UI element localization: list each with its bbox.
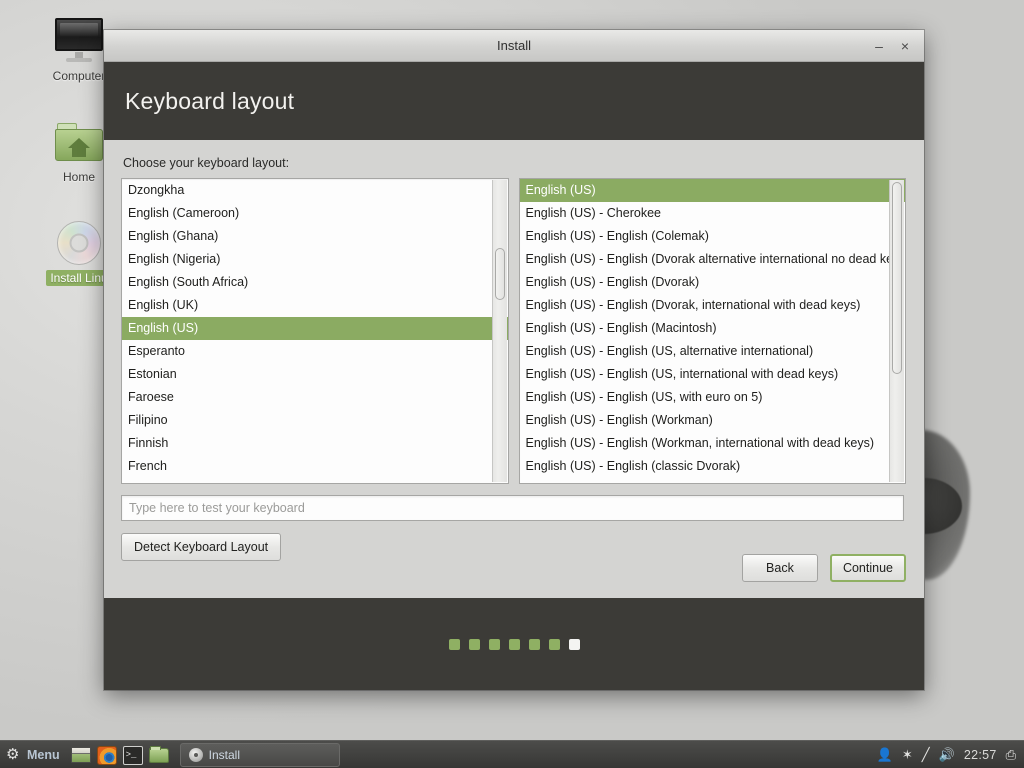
minimize-icon[interactable]: –: [866, 33, 892, 59]
taskbar-item-install[interactable]: Install: [179, 742, 340, 767]
variant-list-item[interactable]: English (US) - English (Dvorak, internat…: [520, 294, 906, 317]
language-list-item[interactable]: French: [122, 455, 508, 478]
language-list-item[interactable]: English (UK): [122, 294, 508, 317]
user-icon[interactable]: 👤: [877, 748, 893, 761]
language-list-items[interactable]: Dzongkha English (Cameroon) English (Ghana…: [122, 179, 508, 483]
volume-icon[interactable]: 🔊: [939, 748, 955, 761]
file-manager-icon[interactable]: [148, 744, 170, 766]
progress-dots: [448, 638, 580, 650]
variant-list-item[interactable]: English (US) - English (Dvorak): [520, 271, 906, 294]
taskbar-item-install-label: Install: [208, 747, 240, 762]
variant-list-item[interactable]: English (US) - Cherokee: [520, 202, 906, 225]
variant-list-items[interactable]: English (US) English (US) - Cherokee Engli…: [519, 179, 906, 483]
variant-list-scroll-thumb[interactable]: [892, 182, 902, 374]
back-button[interactable]: Back: [741, 554, 818, 582]
language-list-item[interactable]: Faroese: [122, 386, 508, 409]
variant-listbox[interactable]: English (US) English (US) - Cherokee Engli…: [518, 178, 906, 484]
page-body: Choose your keyboard layout: Dzongkha Eng…: [104, 140, 924, 598]
language-list-item[interactable]: English (South Africa): [122, 271, 508, 294]
variant-list-item[interactable]: English (US) - English (classic Dvorak): [520, 455, 906, 478]
window-titlebar[interactable]: Install – ×: [104, 30, 924, 62]
variant-list-item[interactable]: English (US) - English (Workman, interna…: [520, 432, 906, 455]
terminal-icon[interactable]: >_: [122, 744, 144, 766]
window-controls: – ×: [866, 33, 918, 59]
keyboard-test-input[interactable]: [121, 495, 904, 521]
progress-dot: [468, 638, 480, 650]
language-list-item[interactable]: English (US): [122, 317, 508, 340]
desktop-icon-computer-label: Computer: [52, 69, 106, 83]
show-desktop-icon[interactable]: [70, 744, 92, 766]
language-list-item[interactable]: English (Nigeria): [122, 248, 508, 271]
progress-dot: [528, 638, 540, 650]
layout-lists: Dzongkha English (Cameroon) English (Ghana…: [121, 178, 906, 484]
window-title: Install: [497, 38, 531, 53]
variant-list-item[interactable]: English (US) - English (Macintosh): [520, 317, 906, 340]
variant-list-item[interactable]: English (US) - English (US, with euro on…: [520, 386, 906, 409]
variant-list-item[interactable]: English (US) - English (Colemak): [520, 225, 906, 248]
progress-dot: [568, 638, 580, 650]
language-list-item[interactable]: Dzongkha: [122, 179, 508, 202]
desktop-icon-install-label: Install Linu: [46, 270, 112, 286]
variant-list-item[interactable]: English (US) - English (Dvorak alternati…: [520, 248, 906, 271]
choose-layout-label: Choose your keyboard layout:: [123, 156, 290, 170]
variant-list-item[interactable]: English (US) - English (Workman): [520, 409, 906, 432]
menu-button[interactable]: ⚙ Menu: [0, 742, 68, 768]
continue-button[interactable]: Continue: [829, 554, 906, 582]
installer-window[interactable]: Install – × Keyboard layout Choose your …: [104, 30, 924, 690]
progress-dot: [508, 638, 520, 650]
window-list: Install: [179, 742, 340, 767]
language-list-item[interactable]: Filipino: [122, 409, 508, 432]
detect-keyboard-layout-button[interactable]: Detect Keyboard Layout: [121, 533, 282, 561]
progress-dot: [548, 638, 560, 650]
menu-button-label: Menu: [27, 747, 60, 762]
progress-dot: [448, 638, 460, 650]
language-list-scrollbar[interactable]: [491, 180, 507, 482]
language-listbox[interactable]: Dzongkha English (Cameroon) English (Ghana…: [121, 178, 509, 484]
bluetooth-icon[interactable]: ✶: [902, 748, 913, 761]
clock[interactable]: 22:57: [964, 748, 997, 762]
language-list-item[interactable]: Esperanto: [122, 340, 508, 363]
language-list-item[interactable]: Finnish: [122, 432, 508, 455]
language-list-scroll-thumb[interactable]: [494, 248, 505, 300]
firefox-icon[interactable]: [96, 744, 118, 766]
system-tray: 👤 ✶ ╱ 🔊 22:57 ⎙: [877, 748, 1016, 762]
language-list-item[interactable]: English (Ghana): [122, 225, 508, 248]
language-list-item[interactable]: Estonian: [122, 363, 508, 386]
taskbar[interactable]: ⚙ Menu >_ Install 👤 ✶ ╱ 🔊 22:57 ⎙: [0, 740, 1024, 768]
variant-list-scrollbar[interactable]: [889, 180, 904, 482]
gear-icon: ⚙: [6, 746, 20, 763]
variant-list-item[interactable]: English (US) - English (US, alternative …: [520, 340, 906, 363]
language-list-item[interactable]: English (Cameroon): [122, 202, 508, 225]
desktop[interactable]: Computer Home Install Linu Install – × K…: [0, 0, 1024, 768]
progress-dot: [488, 638, 500, 650]
navigation-buttons: Back Continue: [741, 554, 906, 582]
desktop-icon-home-label: Home: [62, 170, 95, 184]
update-manager-icon[interactable]: ╱: [922, 748, 930, 761]
variant-list-item[interactable]: English (US) - English (US, internationa…: [520, 363, 906, 386]
disc-icon: [188, 747, 203, 762]
progress-footer: [104, 598, 924, 690]
variant-list-item[interactable]: English (US): [519, 179, 905, 202]
close-icon[interactable]: ×: [892, 33, 918, 59]
page-title: Keyboard layout: [125, 87, 295, 114]
page-header: Keyboard layout: [104, 62, 924, 140]
window-switcher-icon[interactable]: ⎙: [1006, 748, 1016, 761]
